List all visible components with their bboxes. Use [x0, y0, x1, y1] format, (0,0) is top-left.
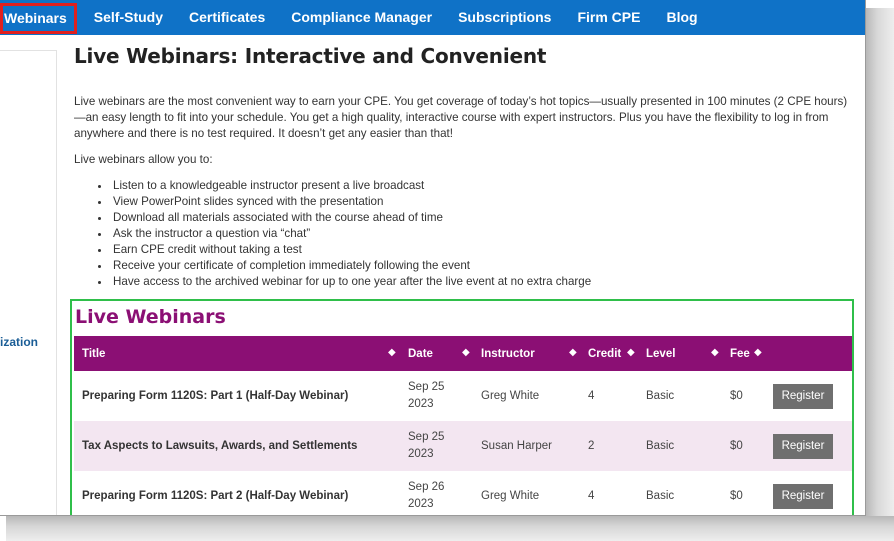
- sort-icon[interactable]: ◆: [627, 347, 635, 358]
- table-row: Tax Aspects to Lawsuits, Awards, and Set…: [74, 421, 852, 471]
- webinar-title[interactable]: Preparing Form 1120S: Part 2 (Half-Day W…: [74, 471, 400, 515]
- benefit-item: Ask the instructor a question via “chat”: [111, 226, 854, 242]
- benefit-item: Listen to a knowledgeable instructor pre…: [111, 178, 854, 194]
- benefit-item: Have access to the archived webinar for …: [111, 274, 854, 290]
- column-header-instructor[interactable]: Instructor ◆: [473, 336, 580, 371]
- sort-icon[interactable]: ◆: [711, 347, 719, 358]
- webinar-date: Sep 25 2023: [408, 431, 445, 460]
- webinar-date: Sep 25 2023: [408, 381, 445, 410]
- table-header-row: Title ◆ Date ◆ Instructor ◆ Credit ◆ Lev…: [74, 336, 852, 371]
- benefits-list: Listen to a knowledgeable instructor pre…: [111, 178, 854, 290]
- column-header-fee[interactable]: Fee ◆: [722, 336, 765, 371]
- page-title: Live Webinars: Interactive and Convenien…: [74, 44, 547, 68]
- webinar-title[interactable]: Preparing Form 1120S: Part 1 (Half-Day W…: [74, 371, 400, 421]
- window-shadow-right: [866, 8, 894, 541]
- sort-icon[interactable]: ◆: [388, 347, 396, 358]
- webinar-date: Sep 26 2023: [408, 481, 445, 510]
- column-header-level[interactable]: Level ◆: [638, 336, 722, 371]
- benefit-item: View PowerPoint slides synced with the p…: [111, 194, 854, 210]
- webinar-fee: $0: [730, 490, 743, 502]
- webinar-instructor: Greg White: [481, 490, 540, 502]
- webinar-credit: 2: [588, 440, 595, 452]
- table-row: Preparing Form 1120S: Part 2 (Half-Day W…: [74, 471, 852, 515]
- top-navigation: Webinars Self-Study Certificates Complia…: [0, 0, 865, 35]
- column-header-credit[interactable]: Credit ◆: [580, 336, 638, 371]
- webinar-level: Basic: [646, 440, 675, 452]
- nav-certificates[interactable]: Certificates: [176, 0, 278, 35]
- browser-viewport: Webinars Self-Study Certificates Complia…: [0, 0, 866, 516]
- webinar-level: Basic: [646, 490, 675, 502]
- webinar-credit: 4: [588, 390, 595, 402]
- webinar-level: Basic: [646, 390, 675, 402]
- benefit-item: Earn CPE credit without taking a test: [111, 242, 854, 258]
- column-header-title[interactable]: Title ◆: [74, 336, 400, 371]
- register-button[interactable]: Register: [773, 383, 833, 409]
- column-header-action: [765, 336, 852, 371]
- allow-text: Live webinars allow you to:: [74, 153, 213, 166]
- nav-firm-cpe[interactable]: Firm CPE: [564, 0, 653, 35]
- sort-icon[interactable]: ◆: [754, 347, 762, 358]
- nav-blog[interactable]: Blog: [653, 0, 710, 35]
- main-content: Live Webinars: Interactive and Convenien…: [74, 44, 854, 290]
- nav-self-study[interactable]: Self-Study: [81, 0, 176, 35]
- benefit-item: Receive your certificate of completion i…: [111, 258, 854, 274]
- webinars-table: Title ◆ Date ◆ Instructor ◆ Credit ◆ Lev…: [74, 336, 852, 515]
- webinar-title[interactable]: Tax Aspects to Lawsuits, Awards, and Set…: [74, 421, 400, 471]
- nav-subscriptions[interactable]: Subscriptions: [445, 0, 564, 35]
- table-row: Preparing Form 1120S: Part 1 (Half-Day W…: [74, 371, 852, 421]
- webinar-instructor: Greg White: [481, 390, 540, 402]
- sort-icon[interactable]: ◆: [569, 347, 577, 358]
- nav-compliance-manager[interactable]: Compliance Manager: [278, 0, 445, 35]
- live-webinars-heading: Live Webinars: [75, 306, 226, 328]
- nav-webinars[interactable]: Webinars: [0, 2, 77, 34]
- column-header-date[interactable]: Date ◆: [400, 336, 473, 371]
- webinar-credit: 4: [588, 490, 595, 502]
- webinar-fee: $0: [730, 390, 743, 402]
- sort-icon[interactable]: ◆: [462, 347, 470, 358]
- intro-paragraph: Live webinars are the most convenient wa…: [74, 95, 848, 140]
- sidebar-link-organization[interactable]: ization: [0, 335, 38, 349]
- benefit-item: Download all materials associated with t…: [111, 210, 854, 226]
- register-button[interactable]: Register: [773, 483, 833, 509]
- webinar-instructor: Susan Harper: [481, 440, 552, 452]
- live-webinars-panel: Live Webinars Title ◆ Date ◆ Instructor …: [70, 299, 854, 515]
- left-sidebar: ization: [0, 50, 57, 515]
- window-shadow-bottom: [6, 516, 894, 541]
- webinar-fee: $0: [730, 440, 743, 452]
- register-button[interactable]: Register: [773, 433, 833, 459]
